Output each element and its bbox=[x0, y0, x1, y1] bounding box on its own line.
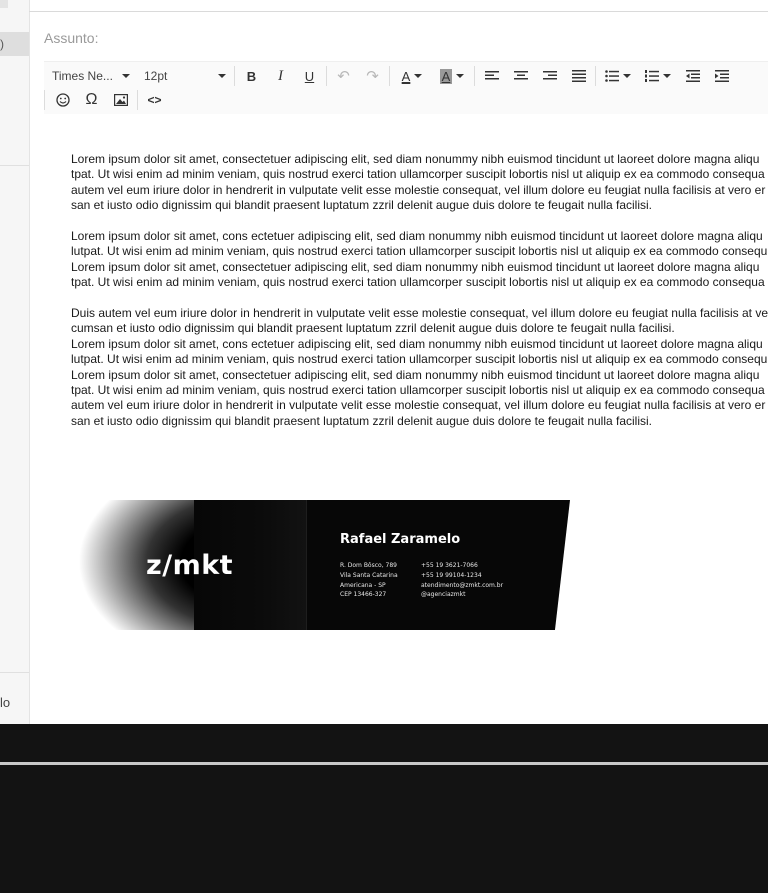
sidebar-selected-item[interactable]: ) bbox=[0, 32, 29, 56]
redo-button[interactable]: ↷ bbox=[358, 64, 387, 88]
address-line: CEP 13466-327 bbox=[340, 591, 387, 599]
signature-name: Rafael Zaramelo bbox=[340, 532, 461, 547]
toolbar-separator bbox=[474, 66, 475, 86]
desktop-divider bbox=[0, 762, 768, 765]
align-center-button[interactable] bbox=[506, 64, 535, 88]
text-color-icon: A bbox=[401, 68, 411, 84]
highlight-color-icon: A bbox=[439, 68, 453, 84]
body-paragraph-2: Lorem ipsum dolor sit amet, cons ectetue… bbox=[71, 229, 768, 290]
chevron-down-icon bbox=[122, 74, 130, 78]
chevron-down-icon bbox=[623, 74, 631, 78]
font-size-select[interactable]: 12pt bbox=[136, 64, 232, 88]
insert-image-button[interactable] bbox=[106, 88, 135, 112]
signature-divider bbox=[306, 500, 307, 630]
align-left-icon bbox=[484, 71, 499, 80]
background-color-button[interactable]: A bbox=[432, 64, 472, 88]
company-logo: z/mkt bbox=[146, 550, 234, 581]
signature-address: R. Dom Bôsco, 789 Vila Santa Catarina Am… bbox=[340, 561, 398, 600]
align-left-button[interactable] bbox=[477, 64, 506, 88]
contact-line: +55 19 99104-1234 bbox=[421, 571, 482, 579]
underline-button[interactable]: U bbox=[295, 64, 324, 88]
text-color-button[interactable]: A bbox=[392, 64, 432, 88]
address-line: Vila Santa Catarina bbox=[340, 571, 398, 579]
compose-window: ) lo Assunto: Times Ne... 12pt B I U ↶ ↷ bbox=[0, 0, 768, 724]
toolbar-separator bbox=[137, 90, 138, 110]
align-center-icon bbox=[513, 71, 528, 80]
numbered-list-button[interactable] bbox=[638, 64, 678, 88]
emoji-button[interactable] bbox=[48, 88, 77, 112]
bullet-list-icon bbox=[605, 70, 619, 82]
chevron-down-icon bbox=[218, 74, 226, 78]
numbered-list-icon bbox=[645, 70, 659, 82]
editor-toolbar: Times Ne... 12pt B I U ↶ ↷ A A Ω <> bbox=[44, 61, 768, 115]
sidebar-divider bbox=[0, 672, 29, 673]
contact-line: +55 19 3621-7066 bbox=[421, 562, 478, 569]
body-paragraph-3: Duis autem vel eum iriure dolor in hendr… bbox=[71, 306, 768, 428]
undo-button[interactable]: ↶ bbox=[329, 64, 358, 88]
bold-button[interactable]: B bbox=[237, 64, 266, 88]
contact-line: @agenciazmkt bbox=[421, 591, 466, 599]
toolbar-row-2: Ω <> bbox=[44, 87, 169, 113]
signature-contact: +55 19 3621-7066 +55 19 99104-1234 atend… bbox=[421, 561, 503, 600]
sidebar-tab[interactable] bbox=[0, 0, 8, 8]
font-family-select[interactable]: Times Ne... bbox=[44, 64, 136, 88]
toolbar-separator bbox=[234, 66, 235, 86]
toolbar-separator bbox=[44, 90, 45, 110]
contact-line: atendimento@zmkt.com.br bbox=[421, 581, 504, 589]
toolbar-separator bbox=[595, 66, 596, 86]
recipient-field-divider bbox=[29, 11, 768, 12]
toolbar-separator bbox=[389, 66, 390, 86]
image-icon bbox=[113, 94, 128, 106]
chevron-down-icon bbox=[663, 74, 671, 78]
toolbar-row-1: Times Ne... 12pt B I U ↶ ↷ A A bbox=[44, 63, 736, 89]
source-code-button[interactable]: <> bbox=[140, 88, 169, 112]
font-family-value: Times Ne... bbox=[52, 69, 113, 83]
editor-body[interactable]: Lorem ipsum dolor sit amet, consectetuer… bbox=[44, 114, 768, 724]
sidebar-bottom-label[interactable]: lo bbox=[0, 695, 10, 710]
align-right-button[interactable] bbox=[535, 64, 564, 88]
outdent-button[interactable] bbox=[678, 64, 707, 88]
align-justify-icon bbox=[571, 70, 586, 82]
subject-field[interactable]: Assunto: bbox=[44, 30, 98, 46]
sidebar-divider bbox=[0, 165, 29, 166]
chevron-down-icon bbox=[456, 74, 465, 78]
body-paragraph-1: Lorem ipsum dolor sit amet, consectetuer… bbox=[71, 152, 766, 213]
email-signature: z/mkt Rafael Zaramelo R. Dom Bôsco, 789 … bbox=[74, 500, 570, 630]
left-sidebar: ) lo bbox=[0, 0, 30, 724]
font-size-value: 12pt bbox=[144, 69, 168, 83]
chevron-down-icon bbox=[414, 74, 423, 78]
toolbar-separator bbox=[326, 66, 327, 86]
address-line: R. Dom Bôsco, 789 bbox=[340, 562, 397, 569]
special-character-button[interactable]: Ω bbox=[77, 88, 106, 112]
bullet-list-button[interactable] bbox=[598, 64, 638, 88]
align-justify-button[interactable] bbox=[564, 64, 593, 88]
italic-button[interactable]: I bbox=[266, 64, 295, 88]
align-right-icon bbox=[542, 71, 557, 80]
smiley-icon bbox=[55, 93, 70, 107]
indent-button[interactable] bbox=[707, 64, 736, 88]
address-line: Americana - SP bbox=[340, 581, 386, 589]
indent-icon bbox=[714, 70, 729, 82]
outdent-icon bbox=[685, 70, 700, 82]
